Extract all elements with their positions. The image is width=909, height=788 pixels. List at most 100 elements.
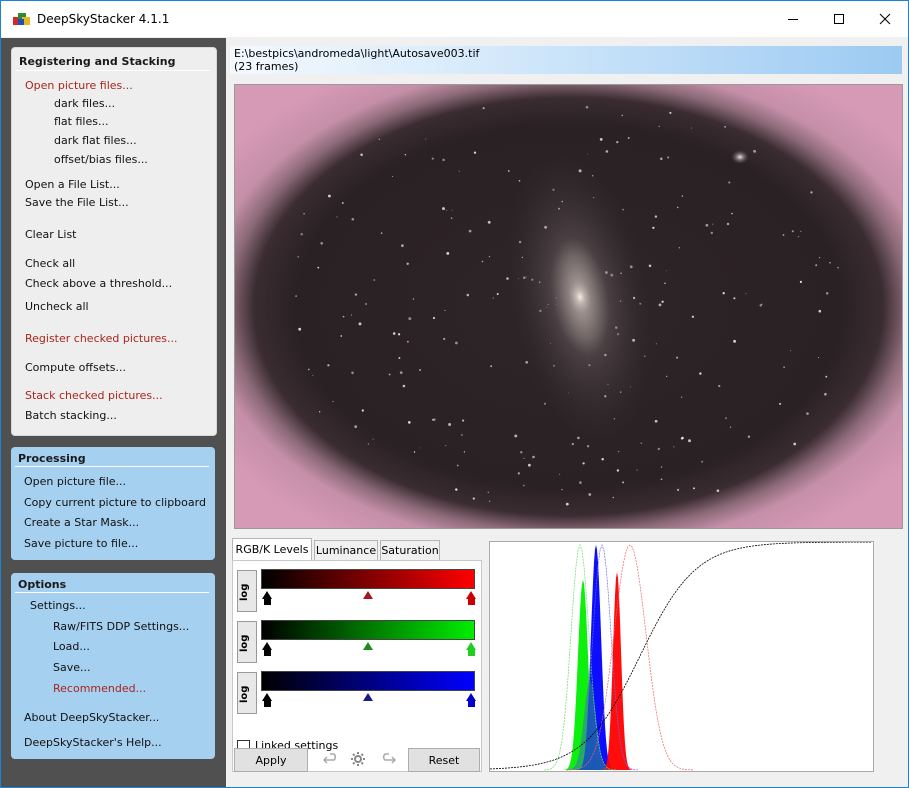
- star-dot: [336, 216, 338, 218]
- open-picture-files-link[interactable]: Open picture files...: [25, 79, 133, 92]
- window-title: DeepSkyStacker 4.1.1: [37, 12, 170, 26]
- star-dot: [442, 207, 445, 211]
- star-dot: [712, 223, 714, 225]
- uncheck-all-link[interactable]: Uncheck all: [25, 300, 89, 313]
- stack-checked-link[interactable]: Stack checked pictures...: [25, 389, 163, 402]
- star-dot: [451, 209, 453, 211]
- check-threshold-link[interactable]: Check above a threshold...: [25, 277, 172, 290]
- offset-bias-files-link[interactable]: offset/bias files...: [54, 153, 148, 166]
- transfer-curve: [489, 541, 872, 770]
- blue-black-marker: [264, 701, 271, 707]
- star-dot: [622, 481, 625, 484]
- log-label: log: [239, 685, 250, 703]
- load-settings-link[interactable]: Load...: [53, 640, 90, 653]
- star-dot: [677, 488, 680, 491]
- register-checked-link[interactable]: Register checked pictures...: [25, 332, 178, 345]
- blue-midtone-handle[interactable]: [363, 693, 373, 701]
- dark-files-link[interactable]: dark files...: [54, 97, 115, 110]
- close-button[interactable]: [862, 1, 908, 37]
- star-dot: [472, 497, 475, 500]
- star-dot: [507, 170, 510, 172]
- star-dot: [407, 340, 409, 343]
- star-dot: [445, 445, 447, 447]
- star-dot: [373, 279, 376, 281]
- copy-clipboard-link[interactable]: Copy current picture to clipboard: [24, 496, 206, 509]
- redo-icon[interactable]: [380, 752, 397, 769]
- star-dot: [565, 502, 569, 506]
- star-dot: [319, 411, 321, 413]
- blue-log-button[interactable]: log: [237, 672, 257, 714]
- tab-rgb-levels[interactable]: RGB/K Levels: [232, 538, 312, 560]
- star-dot: [605, 150, 609, 153]
- star-dot: [810, 191, 813, 194]
- star-dot: [425, 138, 427, 140]
- star-dot: [705, 223, 709, 227]
- green-log-button[interactable]: log: [237, 621, 257, 663]
- compute-offsets-link[interactable]: Compute offsets...: [25, 361, 126, 374]
- processing-panel: Processing Open picture file... Copy cur…: [11, 447, 215, 560]
- open-picture-file-link[interactable]: Open picture file...: [24, 475, 126, 488]
- star-dot: [561, 488, 563, 491]
- star-dot: [722, 292, 725, 295]
- star-dot: [354, 293, 358, 296]
- dark-flat-files-link[interactable]: dark flat files...: [54, 134, 137, 147]
- blue-black-point-handle[interactable]: [262, 693, 272, 701]
- star-dot: [660, 466, 663, 468]
- settings-link[interactable]: Settings...: [30, 599, 86, 612]
- star-dot: [658, 125, 660, 128]
- raw-fits-settings-link[interactable]: Raw/FITS DDP Settings...: [53, 620, 189, 633]
- red-log-button[interactable]: log: [237, 570, 257, 612]
- red-white-point-handle[interactable]: [466, 591, 476, 599]
- check-all-link[interactable]: Check all: [25, 257, 75, 270]
- star-dot: [837, 266, 839, 269]
- save-settings-link[interactable]: Save...: [53, 661, 91, 674]
- recommended-link[interactable]: Recommended...: [53, 682, 146, 695]
- star-dot: [455, 488, 458, 491]
- red-black-point-handle[interactable]: [262, 591, 272, 599]
- green-white-point-handle[interactable]: [466, 642, 476, 650]
- blue-white-point-handle[interactable]: [466, 693, 476, 701]
- save-picture-link[interactable]: Save picture to file...: [24, 537, 138, 550]
- undo-icon[interactable]: [322, 752, 339, 769]
- star-dot: [327, 194, 331, 198]
- green-midtone-handle[interactable]: [363, 642, 373, 650]
- help-link[interactable]: DeepSkyStacker's Help...: [24, 736, 162, 749]
- star-dot: [782, 234, 785, 236]
- image-preview[interactable]: [234, 84, 903, 529]
- options-header: Options: [18, 578, 67, 591]
- about-link[interactable]: About DeepSkyStacker...: [24, 711, 159, 724]
- frame-count: (23 frames): [234, 60, 299, 73]
- star-dot: [747, 435, 751, 438]
- star-dot: [487, 220, 491, 224]
- star-dot: [658, 303, 662, 307]
- green-black-point-handle[interactable]: [262, 642, 272, 650]
- open-file-list-link[interactable]: Open a File List...: [25, 178, 120, 191]
- clear-list-link[interactable]: Clear List: [25, 228, 77, 241]
- minimize-button[interactable]: [770, 1, 816, 37]
- settings-gear-icon[interactable]: [350, 751, 366, 770]
- apply-button[interactable]: Apply: [234, 748, 308, 772]
- star-dot: [815, 264, 818, 267]
- star-dot: [303, 212, 305, 215]
- star-dot: [378, 138, 380, 140]
- star-dot: [824, 392, 827, 396]
- file-info-bar: E:\bestpics\andromeda\light\Autosave003.…: [230, 46, 902, 74]
- star-dot: [725, 417, 727, 419]
- tab-luminance[interactable]: Luminance: [314, 540, 378, 560]
- save-file-list-link[interactable]: Save the File List...: [25, 196, 129, 209]
- star-dot: [365, 303, 367, 305]
- star-dot: [528, 463, 531, 467]
- maximize-button[interactable]: [816, 1, 862, 37]
- flat-files-link[interactable]: flat files...: [54, 115, 108, 128]
- tab-saturation[interactable]: Saturation: [380, 540, 440, 560]
- star-dot: [468, 229, 472, 233]
- red-midtone-handle[interactable]: [363, 591, 373, 599]
- star-dot: [681, 195, 684, 197]
- create-star-mask-link[interactable]: Create a Star Mask...: [24, 516, 139, 529]
- maximize-icon: [834, 14, 844, 24]
- star-dot: [691, 315, 695, 318]
- batch-stacking-link[interactable]: Batch stacking...: [25, 409, 117, 422]
- star-dot: [358, 322, 362, 326]
- star-dot: [404, 154, 407, 156]
- reset-button[interactable]: Reset: [408, 748, 480, 772]
